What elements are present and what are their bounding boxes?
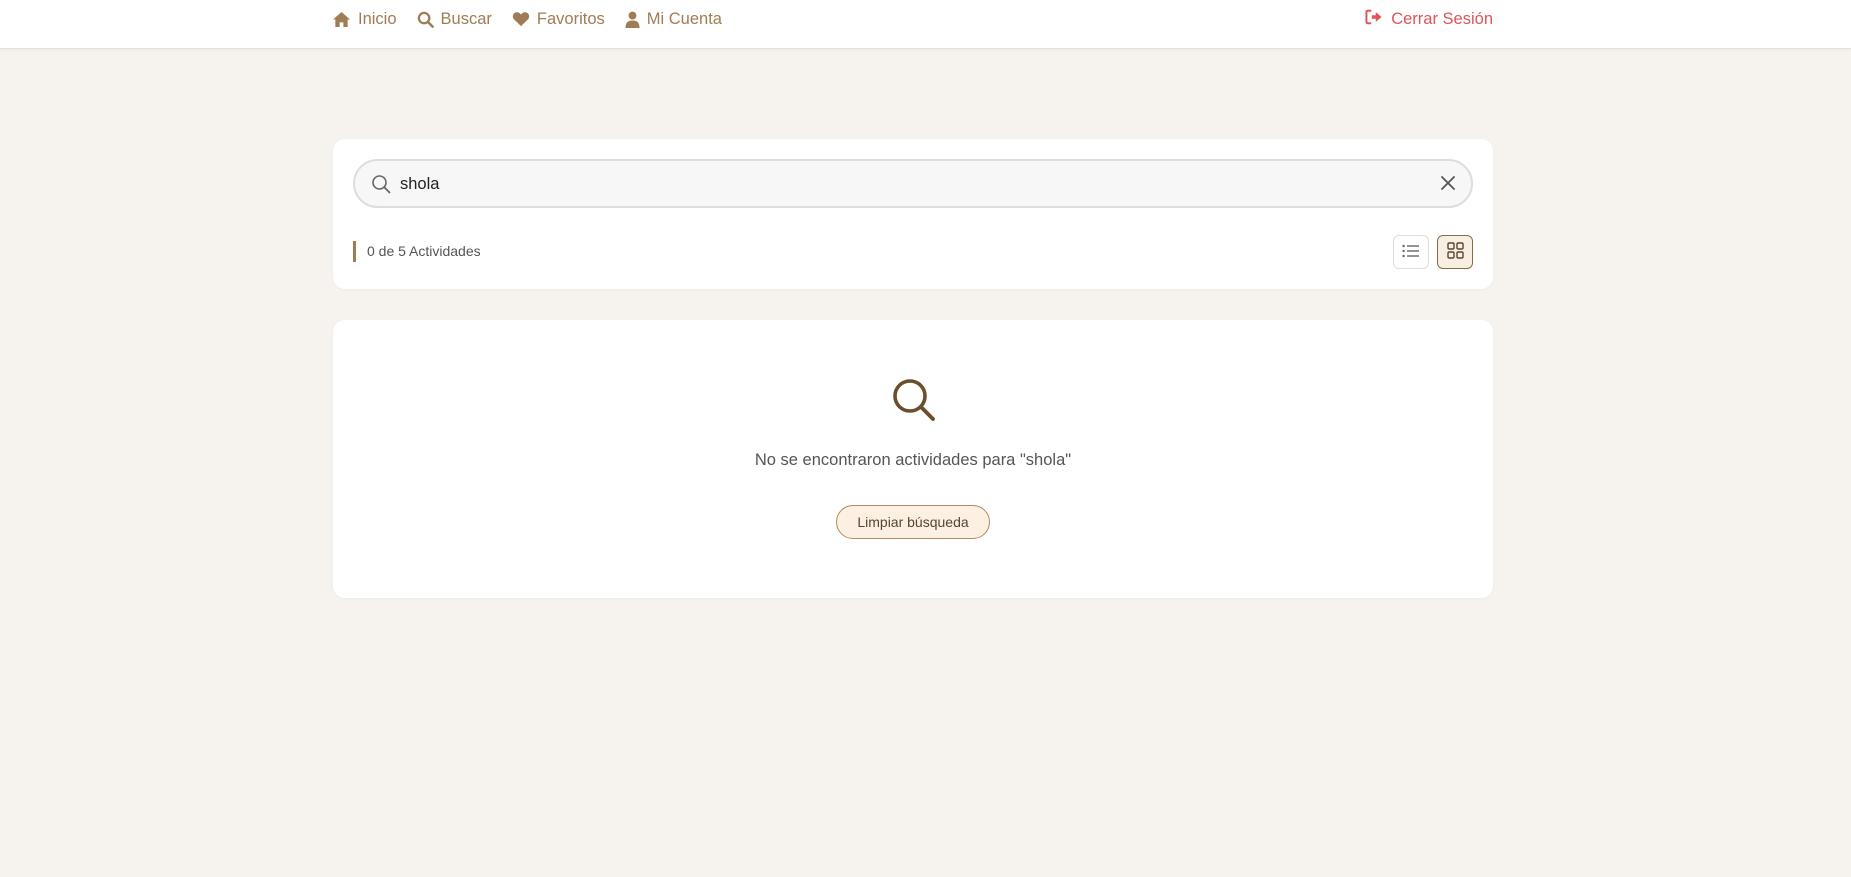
results-panel: No se encontraron actividades para "shol… <box>333 320 1493 598</box>
user-icon <box>625 11 640 28</box>
nav-label: Mi Cuenta <box>646 9 722 28</box>
search-icon <box>417 11 434 28</box>
nav-item-mi-cuenta[interactable]: Mi Cuenta <box>625 10 722 29</box>
result-count: 0 de 5 Actividades <box>353 241 481 262</box>
grid-icon <box>1446 242 1464 262</box>
empty-state-message: No se encontraron actividades para "shol… <box>754 451 1072 469</box>
logout-button[interactable]: Cerrar Sesión <box>1365 0 1493 38</box>
nav-item-favoritos[interactable]: Favoritos <box>512 10 605 29</box>
search-input[interactable] <box>400 171 1400 197</box>
nav-label: Buscar <box>440 9 492 28</box>
search-panel: 0 de 5 Actividades <box>333 139 1493 289</box>
nav-item-inicio[interactable]: Inicio <box>332 10 397 29</box>
home-icon <box>332 11 351 28</box>
sign-out-icon <box>1365 9 1383 30</box>
search-bar <box>353 159 1473 208</box>
nav-item-buscar[interactable]: Buscar <box>417 10 492 29</box>
main-nav: Inicio Buscar Favoritos Mi Cuenta <box>332 0 722 38</box>
search-icon <box>371 174 391 199</box>
grid-view-button[interactable] <box>1437 235 1473 269</box>
list-view-button[interactable] <box>1393 235 1429 269</box>
search-icon <box>892 378 936 427</box>
nav-label: Inicio <box>358 9 397 28</box>
nav-label: Favoritos <box>536 9 605 28</box>
logout-label: Cerrar Sesión <box>1391 9 1493 28</box>
close-icon[interactable] <box>1439 174 1457 197</box>
list-icon <box>1402 244 1420 261</box>
clear-search-button[interactable]: Limpiar búsqueda <box>836 505 990 539</box>
top-navbar: Inicio Buscar Favoritos Mi Cuenta Cerrar… <box>0 0 1851 49</box>
heart-icon <box>512 11 530 27</box>
